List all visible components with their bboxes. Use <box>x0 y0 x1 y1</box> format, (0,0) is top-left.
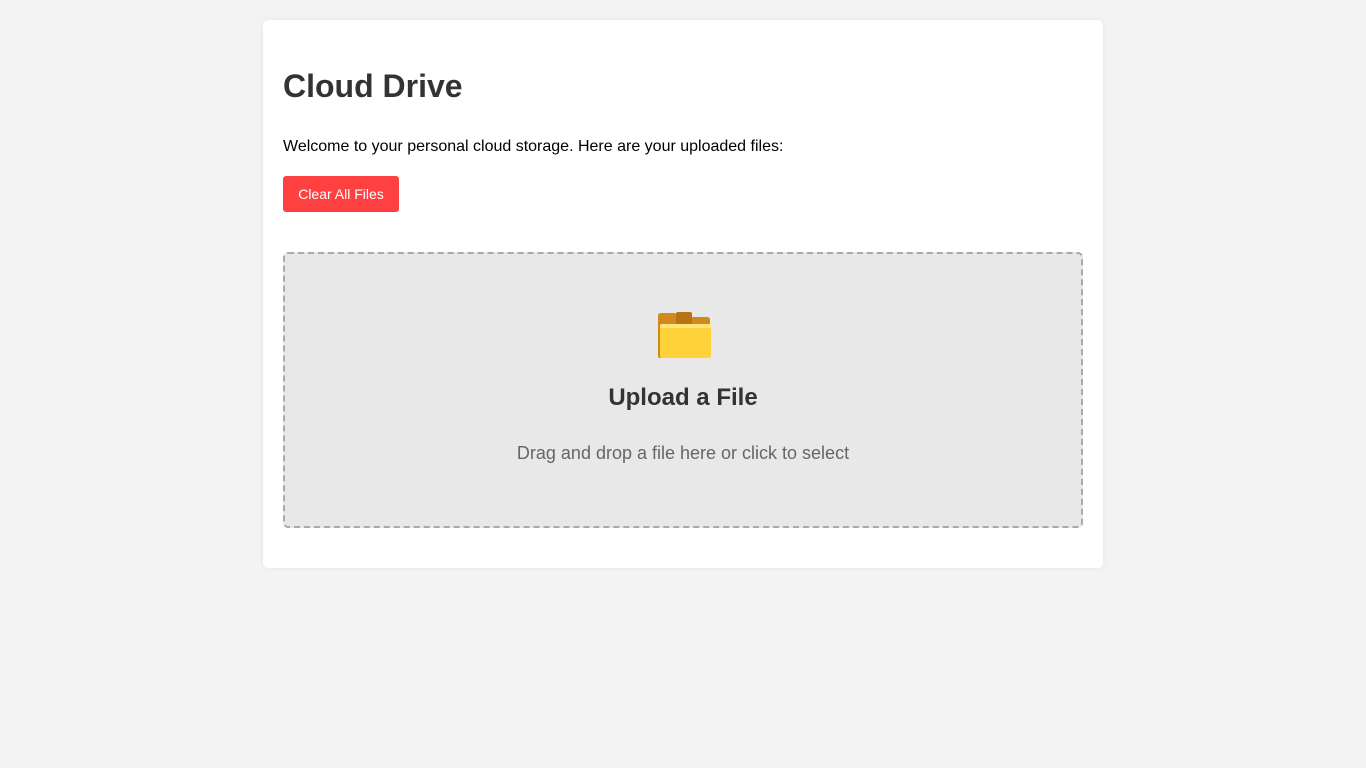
upload-dropzone[interactable]: Upload a File Drag and drop a file here … <box>283 252 1083 528</box>
main-card: Cloud Drive Welcome to your personal clo… <box>263 20 1103 568</box>
upload-hint: Drag and drop a file here or click to se… <box>516 443 850 463</box>
folder-icon <box>658 312 711 358</box>
intro-text: Welcome to your personal cloud storage. … <box>283 138 784 155</box>
upload-title: Upload a File <box>608 384 758 411</box>
page-title: Cloud Drive <box>283 68 463 104</box>
clear-all-files-button[interactable]: Clear All Files <box>283 176 399 212</box>
